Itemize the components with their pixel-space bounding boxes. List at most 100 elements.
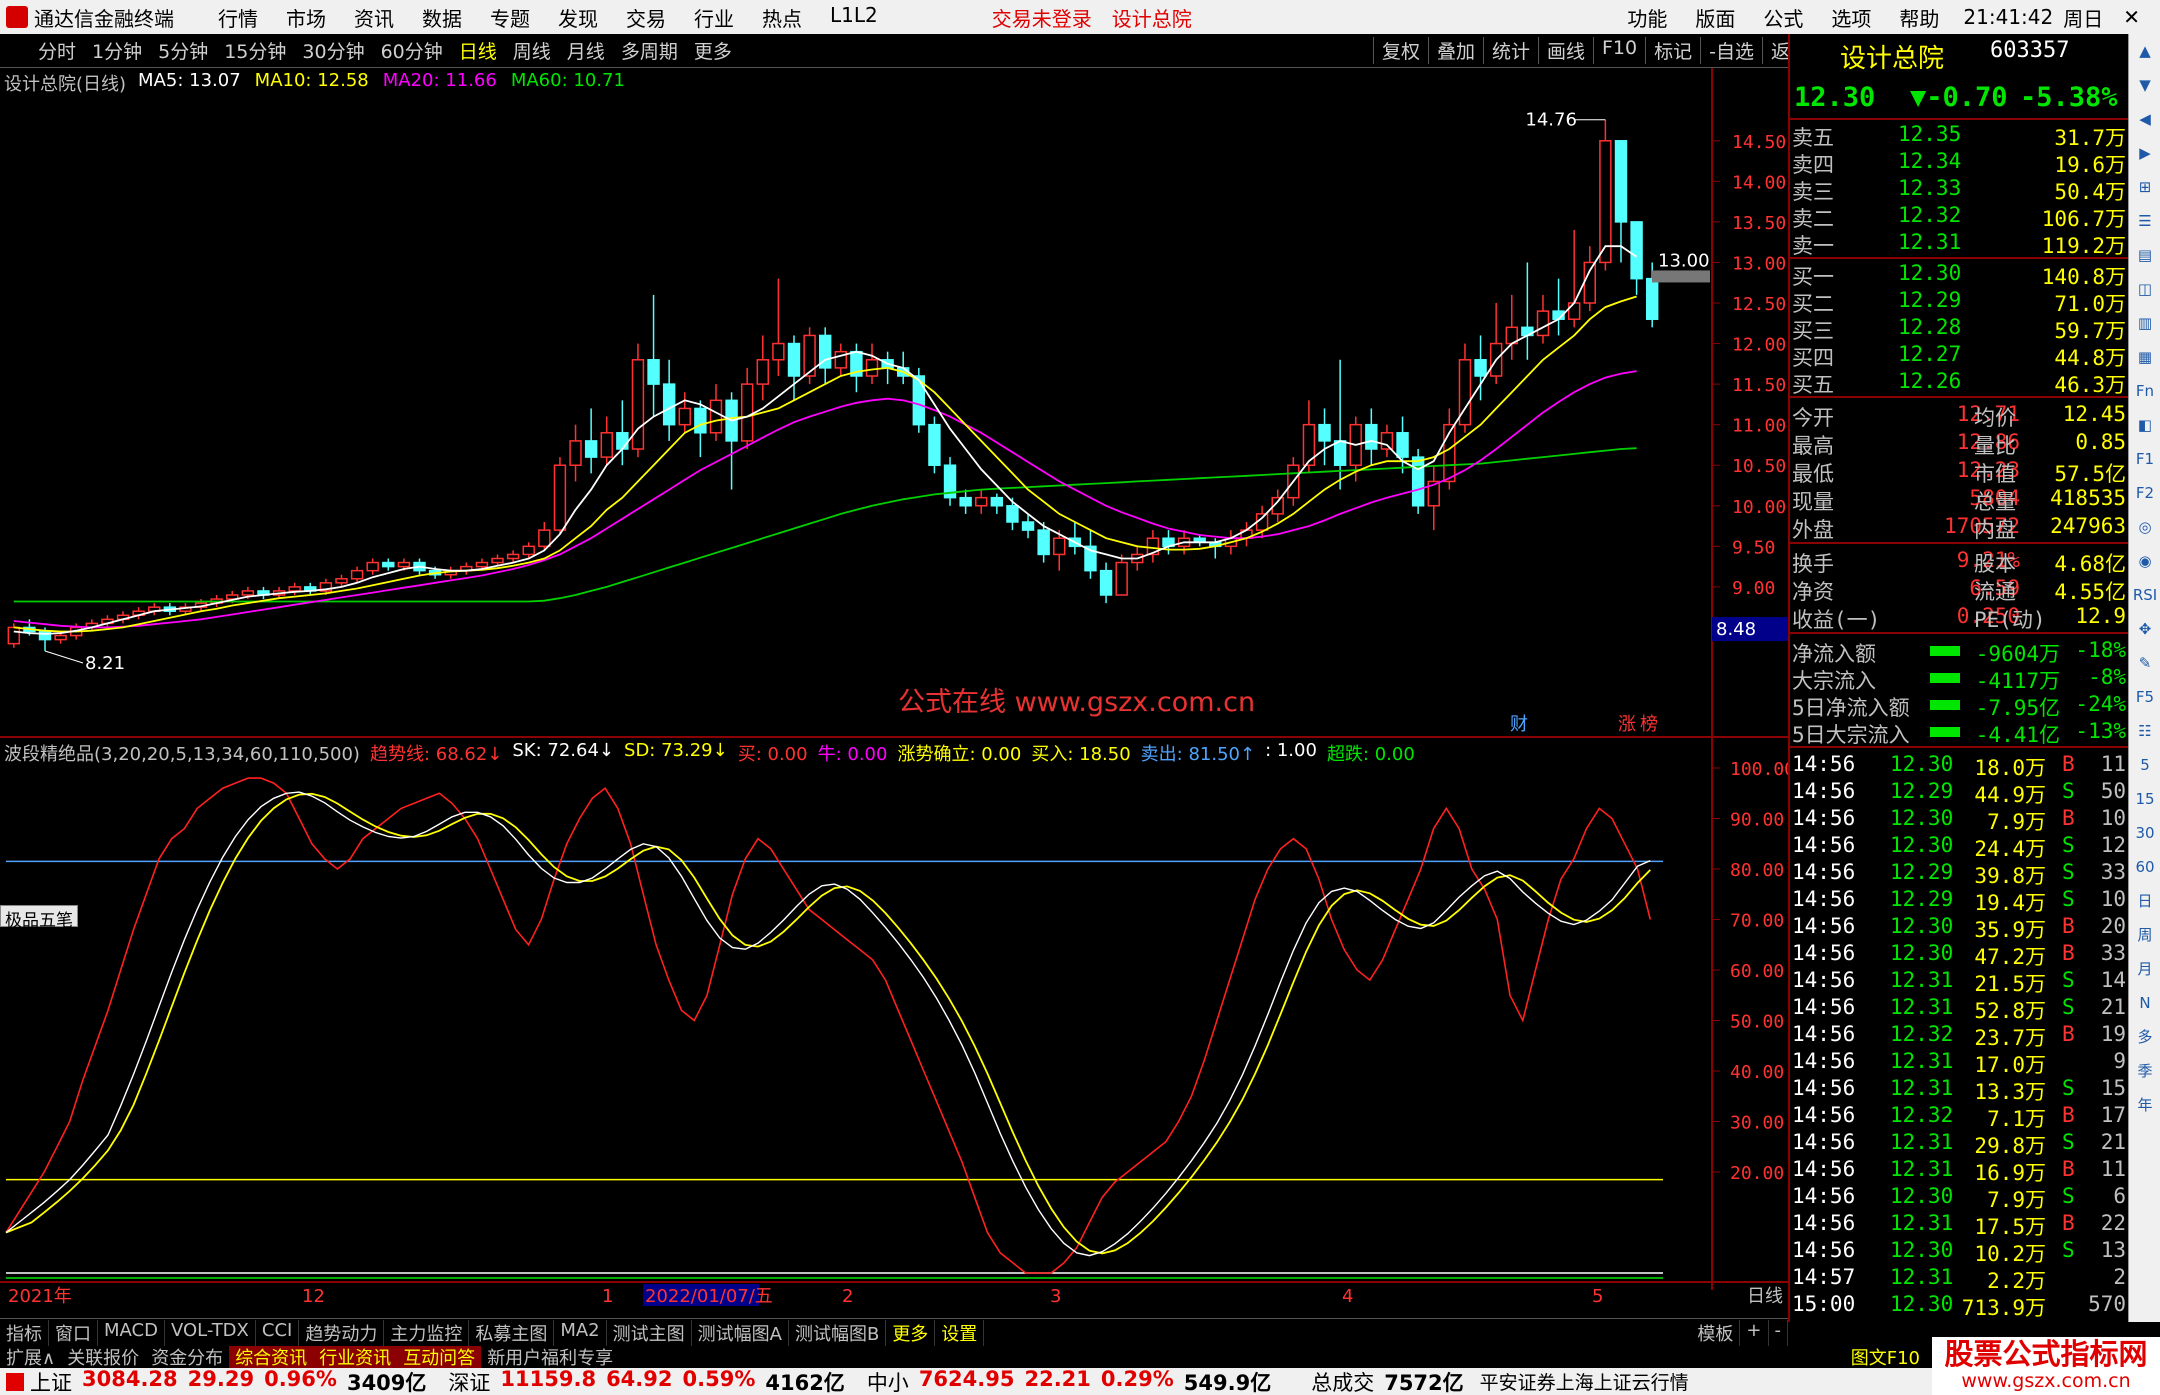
side-tool-1[interactable]: ▼ — [2129, 68, 2160, 102]
menu-item-7[interactable]: 行业 — [680, 3, 748, 32]
menu-item-2[interactable]: 资讯 — [340, 3, 408, 32]
menu-right-item-2[interactable]: 公式 — [1749, 3, 1817, 32]
ask-row[interactable]: 卖二 12.32 106.7万 — [1790, 203, 2130, 231]
side-tool-20[interactable]: ☷ — [2129, 714, 2160, 748]
side-tool-18[interactable]: ✎ — [2129, 646, 2160, 680]
menu-right-item-0[interactable]: 功能 — [1613, 3, 1681, 32]
chart-tool-1[interactable]: 叠加 — [1427, 37, 1483, 64]
side-tool-28[interactable]: N — [2129, 986, 2160, 1020]
side-tool-15[interactable]: ◉ — [2129, 544, 2160, 578]
extension-link-4[interactable]: 行业资讯 — [313, 1346, 398, 1368]
side-tool-30[interactable]: 季 — [2129, 1054, 2160, 1088]
extension-link-3[interactable]: 综合资讯 — [229, 1346, 314, 1368]
chart-tool-6[interactable]: -自选 — [1700, 37, 1762, 64]
indicator-tab-0[interactable]: 指标 — [0, 1319, 49, 1346]
side-tool-11[interactable]: ◧ — [2129, 408, 2160, 442]
side-tool-6[interactable]: ▤ — [2129, 238, 2160, 272]
side-tool-2[interactable]: ◀ — [2129, 102, 2160, 136]
indicator-tab-13[interactable]: 设置 — [935, 1319, 985, 1346]
extension-link-1[interactable]: 关联报价 — [61, 1346, 145, 1368]
indicator-tab-9[interactable]: 测试主图 — [607, 1319, 692, 1346]
extension-link-5[interactable]: 互动问答 — [397, 1346, 482, 1368]
indicator-tab-1[interactable]: 窗口 — [49, 1319, 98, 1346]
side-tool-4[interactable]: ⊞ — [2129, 170, 2160, 204]
side-tool-29[interactable]: 多 — [2129, 1020, 2160, 1054]
period-tab-2[interactable]: 5分钟 — [150, 37, 216, 64]
chart-tool-0[interactable]: 复权 — [1372, 37, 1428, 64]
chart-tool-4[interactable]: F10 — [1593, 37, 1645, 64]
close-icon[interactable]: ✕ — [2123, 5, 2140, 29]
side-tool-13[interactable]: F2 — [2129, 476, 2160, 510]
ask-row[interactable]: 卖三 12.33 50.4万 — [1790, 176, 2130, 204]
period-tab-0[interactable]: 分时 — [30, 37, 84, 64]
menu-item-0[interactable]: 行情 — [204, 3, 272, 32]
indicator-tab-14[interactable]: 模板 — [1691, 1319, 1741, 1346]
bid-row[interactable]: 买三 12.28 59.7万 — [1790, 315, 2130, 343]
indicator-tab-12[interactable]: 更多 — [886, 1319, 936, 1346]
ask-row[interactable]: 卖五 12.35 31.7万 — [1790, 122, 2130, 150]
bid-row[interactable]: 买五 12.26 46.3万 — [1790, 369, 2130, 397]
indicator-tab-15[interactable]: + — [1740, 1319, 1769, 1346]
indicator-tab-4[interactable]: CCI — [256, 1319, 300, 1346]
menu-item-9[interactable]: L1L2 — [816, 3, 892, 32]
extension-link-0[interactable]: 扩展∧ — [0, 1346, 61, 1368]
side-tool-0[interactable]: ▲ — [2129, 34, 2160, 68]
period-tab-4[interactable]: 30分钟 — [294, 37, 372, 64]
extension-link-6[interactable]: 新用户福利专享 — [481, 1346, 619, 1368]
extension-right-0[interactable]: 图文F10 — [1845, 1346, 1926, 1368]
kline-chart[interactable]: 14.50 14.00 13.50 13.00 12.50 12.00 11.50 11.00… — [0, 68, 1788, 1318]
side-tool-9[interactable]: ▦ — [2129, 340, 2160, 374]
menu-item-4[interactable]: 专题 — [476, 3, 544, 32]
indicator-tab-3[interactable]: VOL-TDX — [165, 1319, 256, 1346]
extension-link-2[interactable]: 资金分布 — [145, 1346, 229, 1368]
side-tool-14[interactable]: ◎ — [2129, 510, 2160, 544]
menu-item-8[interactable]: 热点 — [748, 3, 816, 32]
index-quote[interactable]: 上证 3084.28 29.29 0.96% 3409亿 — [30, 1368, 426, 1395]
indicator-tab-6[interactable]: 主力监控 — [384, 1319, 470, 1346]
period-tab-9[interactable]: 多周期 — [613, 37, 686, 64]
menu-right-item-3[interactable]: 选项 — [1817, 3, 1885, 32]
indicator-tab-16[interactable]: - — [1769, 1319, 1788, 1346]
side-tool-23[interactable]: 30 — [2129, 816, 2160, 850]
index-quote[interactable]: 深证 11159.8 64.92 0.59% 4162亿 — [448, 1368, 844, 1395]
period-tab-1[interactable]: 1分钟 — [84, 37, 150, 64]
side-tool-19[interactable]: F5 — [2129, 680, 2160, 714]
indicator-tab-10[interactable]: 测试幅图A — [692, 1319, 789, 1346]
period-tab-6[interactable]: 日线 — [451, 37, 505, 64]
period-tab-3[interactable]: 15分钟 — [216, 37, 294, 64]
side-tool-17[interactable]: ✥ — [2129, 612, 2160, 646]
indicator-tab-8[interactable]: MA2 — [554, 1319, 607, 1346]
side-tool-16[interactable]: RSI — [2129, 578, 2160, 612]
side-tool-8[interactable]: ▥ — [2129, 306, 2160, 340]
indicator-tab-2[interactable]: MACD — [98, 1319, 165, 1346]
side-tool-10[interactable]: Fn — [2129, 374, 2160, 408]
ask-row[interactable]: 卖四 12.34 19.6万 — [1790, 149, 2130, 177]
period-tab-10[interactable]: 更多 — [686, 37, 740, 64]
side-tool-21[interactable]: 5 — [2129, 748, 2160, 782]
trade-status[interactable]: 交易未登录 — [992, 3, 1092, 32]
side-tool-5[interactable]: ☰ — [2129, 204, 2160, 238]
period-tab-7[interactable]: 周线 — [505, 37, 559, 64]
side-tool-3[interactable]: ▶ — [2129, 136, 2160, 170]
period-tab-8[interactable]: 月线 — [559, 37, 613, 64]
side-tool-25[interactable]: 日 — [2129, 884, 2160, 918]
side-tool-24[interactable]: 60 — [2129, 850, 2160, 884]
menu-item-1[interactable]: 市场 — [272, 3, 340, 32]
bid-row[interactable]: 买一 12.30 140.8万 — [1790, 261, 2130, 289]
ime-popup[interactable]: 极品五笔 — [0, 905, 78, 931]
period-tab-5[interactable]: 60分钟 — [373, 37, 451, 64]
side-tool-27[interactable]: 月 — [2129, 952, 2160, 986]
menu-item-5[interactable]: 发现 — [544, 3, 612, 32]
menu-item-3[interactable]: 数据 — [408, 3, 476, 32]
side-tool-22[interactable]: 15 — [2129, 782, 2160, 816]
indicator-tab-7[interactable]: 私募主图 — [469, 1319, 555, 1346]
bid-row[interactable]: 买四 12.27 44.8万 — [1790, 342, 2130, 370]
chart-tool-5[interactable]: 标记 — [1645, 37, 1700, 64]
chart-tool-3[interactable]: 画线 — [1537, 37, 1593, 64]
side-tool-7[interactable]: ◫ — [2129, 272, 2160, 306]
side-tool-26[interactable]: 周 — [2129, 918, 2160, 952]
side-tool-12[interactable]: F1 — [2129, 442, 2160, 476]
bid-row[interactable]: 买二 12.29 71.0万 — [1790, 288, 2130, 316]
chart-tool-2[interactable]: 统计 — [1482, 37, 1538, 64]
side-tool-31[interactable]: 年 — [2129, 1088, 2160, 1122]
